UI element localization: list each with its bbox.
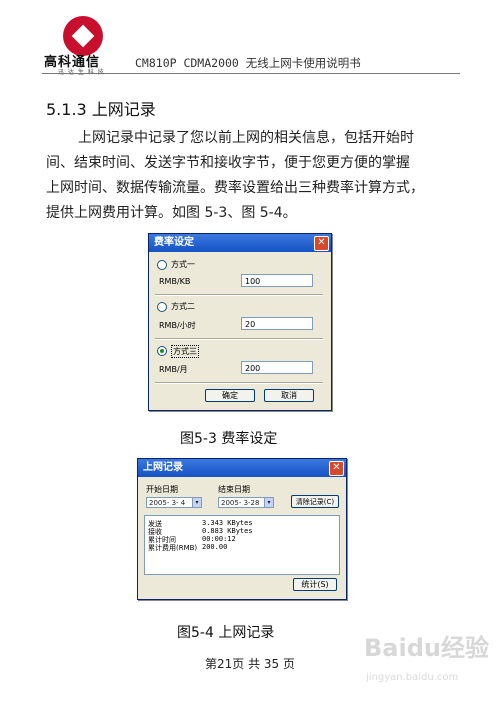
- close-button[interactable]: ✕: [329, 461, 344, 476]
- rate-option-1-unit: RMB/KB: [159, 277, 191, 286]
- rate-option-3-radio[interactable]: [157, 346, 167, 356]
- divider: [155, 294, 323, 296]
- watermark-brand: Baidu经验: [364, 634, 489, 662]
- start-date-picker[interactable]: 2005- 3- 4 ▾: [146, 497, 202, 508]
- rate-option-3-label: 方式三: [171, 345, 199, 358]
- paragraph-line: 间、结束时间、发送字节和接收字节，便于您更方便的掌握: [46, 155, 410, 171]
- figure-caption-5-3: 图5-3 费率设定: [180, 431, 278, 447]
- rate-option-2-unit: RMB/小时: [159, 321, 196, 330]
- divider: [155, 382, 323, 384]
- close-button[interactable]: ✕: [314, 236, 329, 251]
- total-cost-value: 200.00: [202, 543, 228, 551]
- online-log-dialog: 上网记录 ✕ 开始日期 结束日期 2005- 3- 4 ▾ 2005- 3-28…: [137, 458, 347, 600]
- dialog-title: 费率设定: [149, 234, 331, 252]
- received-value: 0.883 KBytes: [202, 527, 253, 535]
- rate-option-3-unit: RMB/月: [159, 365, 188, 374]
- total-cost-label: 累计费用(RMB): [148, 544, 198, 552]
- log-summary-area: 发送 3.343 KBytes 接收 0.883 KBytes 累计时间 00:…: [144, 515, 340, 575]
- company-tagline: 迅 达 生 科 技: [58, 67, 105, 76]
- paragraph-line: 提供上网费用计算。如图 5-3、图 5-4。: [46, 205, 297, 221]
- rate-option-2-label: 方式二: [171, 302, 195, 311]
- ok-button[interactable]: 确定: [205, 389, 255, 402]
- start-date-label: 开始日期: [146, 485, 178, 494]
- end-date-label: 结束日期: [218, 485, 250, 494]
- statistics-button[interactable]: 统计(S): [293, 578, 337, 591]
- cancel-button[interactable]: 取消: [264, 389, 314, 402]
- rate-option-1-label: 方式一: [171, 260, 195, 269]
- baidu-watermark-logo: Baidu经验 jingyan.baidu.com: [364, 634, 489, 683]
- company-logo: [63, 16, 103, 56]
- figure-caption-5-4: 图5-4 上网记录: [177, 625, 275, 641]
- chevron-down-icon[interactable]: ▾: [192, 498, 201, 507]
- rate-option-1-radio[interactable]: [157, 260, 167, 270]
- chevron-down-icon[interactable]: ▾: [264, 498, 273, 507]
- total-time-value: 00:00:12: [202, 535, 236, 543]
- rate-option-3-input[interactable]: 200: [241, 361, 313, 374]
- dialog-title: 上网记录: [138, 459, 346, 477]
- rate-settings-dialog: 费率设定 ✕ 方式一 RMB/KB 100 方式二 RMB/小时 20 方式三 …: [148, 233, 332, 411]
- end-date-value: 2005- 3-28: [221, 499, 260, 507]
- rate-option-1-input[interactable]: 100: [241, 274, 313, 287]
- page-number: 第21页 共 35 页: [205, 657, 295, 671]
- paragraph-line: 上网记录中记录了您以前上网的相关信息，包括开始时: [78, 130, 414, 146]
- paragraph-line: 上网时间、数据传输流量。费率设置给出三种费率计算方式，: [46, 180, 424, 196]
- divider: [155, 338, 323, 340]
- document-title: CM810P CDMA2000 无线上网卡使用说明书: [135, 56, 361, 70]
- header-divider: [42, 73, 460, 74]
- watermark-url: jingyan.baidu.com: [365, 672, 458, 683]
- end-date-picker[interactable]: 2005- 3-28 ▾: [218, 497, 274, 508]
- start-date-value: 2005- 3- 4: [149, 499, 186, 507]
- clear-records-button[interactable]: 清除记录(C): [291, 495, 339, 508]
- rate-option-2-input[interactable]: 20: [241, 317, 313, 330]
- sent-value: 3.343 KBytes: [202, 519, 253, 527]
- section-heading: 5.1.3 上网记录: [46, 100, 156, 119]
- rate-option-2-radio[interactable]: [157, 302, 167, 312]
